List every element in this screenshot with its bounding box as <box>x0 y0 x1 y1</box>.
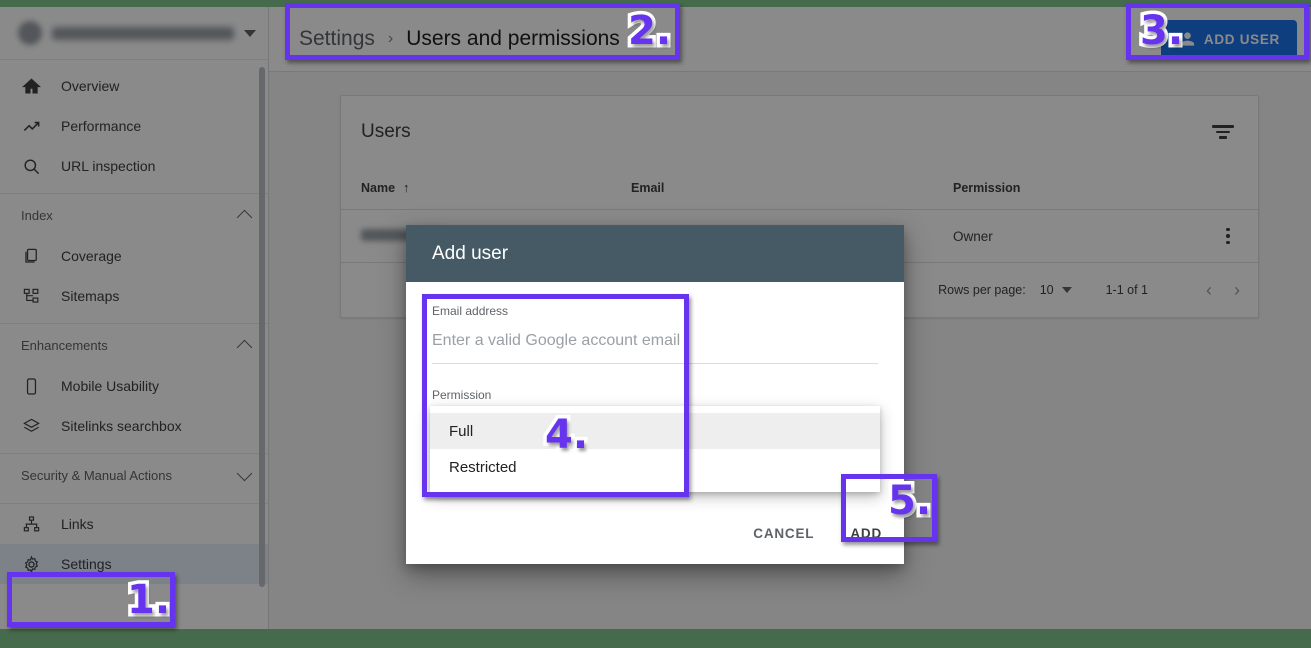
pages-icon <box>21 246 41 266</box>
breadcrumb-parent[interactable]: Settings <box>299 27 375 51</box>
table-header-row: Name ↑ Email Permission <box>341 168 1258 210</box>
sidebar-item-label: Mobile Usability <box>61 378 160 394</box>
rows-per-page-value[interactable]: 10 <box>1040 283 1054 297</box>
chevron-down-icon[interactable] <box>236 465 253 481</box>
users-table-head: Name ↑ Email Permission <box>341 168 1258 210</box>
chevron-down-icon[interactable] <box>244 29 256 37</box>
sidebar-item-label: URL inspection <box>61 158 156 174</box>
column-header-name[interactable]: Name ↑ <box>341 168 631 210</box>
add-user-button[interactable]: ADD USER <box>1160 19 1297 59</box>
sidebar-item-settings[interactable]: Settings <box>0 544 268 584</box>
sidebar-item-overview[interactable]: Overview <box>0 66 268 106</box>
column-header-permission[interactable]: Permission <box>953 168 1198 210</box>
sidebar: Overview Performance URL inspection Inde… <box>0 7 269 629</box>
sidebar-group-label: Security & Manual Actions <box>21 467 173 483</box>
permission-option-restricted[interactable]: Restricted <box>430 449 880 485</box>
top-bar: Settings › Users and permissions ADD USE… <box>269 7 1311 72</box>
sidebar-nav: Overview Performance URL inspection Inde… <box>0 60 268 584</box>
property-avatar <box>18 21 42 45</box>
sidebar-item-label: Settings <box>61 556 112 572</box>
rows-per-page-label: Rows per page: <box>938 283 1026 297</box>
gear-icon <box>21 554 41 574</box>
email-input[interactable]: Enter a valid Google account email <box>432 332 878 364</box>
layers-icon <box>21 416 41 436</box>
sidebar-item-sitemaps[interactable]: Sitemaps <box>0 276 268 316</box>
kebab-dot-1 <box>1226 227 1230 232</box>
dialog-title: Add user <box>432 242 509 264</box>
sidebar-item-links[interactable]: Links <box>0 504 268 544</box>
pagination-next-button[interactable]: › <box>1234 281 1240 299</box>
sidebar-group-security-manual-actions[interactable]: Security & Manual Actions <box>0 454 268 496</box>
kebab-menu-icon[interactable] <box>1198 227 1258 245</box>
mobile-icon <box>21 376 41 396</box>
permission-option-full[interactable]: Full <box>430 413 880 449</box>
filter-bar-3 <box>1219 136 1227 139</box>
sidebar-item-label: Sitemaps <box>61 288 120 304</box>
dialog-actions: CANCEL ADD <box>406 502 904 564</box>
sidebar-item-url-inspection[interactable]: URL inspection <box>0 146 268 186</box>
cell-permission: Owner <box>953 209 1198 263</box>
users-card-header: Users <box>341 96 1258 168</box>
sidebar-group-label: Enhancements <box>21 337 108 353</box>
pagination-range: 1-1 of 1 <box>1105 283 1148 297</box>
sidebar-group-enhancements[interactable]: Enhancements <box>0 324 268 366</box>
screenshot-root: Overview Performance URL inspection Inde… <box>0 0 1311 648</box>
breadcrumb-current: Users and permissions <box>406 27 620 50</box>
sidebar-item-label: Links <box>61 516 94 532</box>
sidebar-scrollbar[interactable] <box>259 67 265 587</box>
links-icon <box>21 514 41 534</box>
pagination-prev-button[interactable]: ‹ <box>1206 281 1212 299</box>
add-user-button-label: ADD USER <box>1203 31 1280 47</box>
property-selector[interactable] <box>0 7 268 60</box>
kebab-dot-3 <box>1226 240 1230 245</box>
sitemap-icon <box>21 286 41 306</box>
home-icon <box>21 76 41 96</box>
property-name-redacted <box>52 26 234 40</box>
sidebar-item-mobile-usability[interactable]: Mobile Usability <box>0 366 268 406</box>
sidebar-item-label: Overview <box>61 78 120 94</box>
column-header-actions <box>1198 168 1258 210</box>
permission-field-label: Permission <box>432 388 492 402</box>
users-card-title: Users <box>361 121 411 142</box>
chevron-down-icon[interactable] <box>1061 287 1072 293</box>
sidebar-item-label: Coverage <box>61 248 122 264</box>
sidebar-item-sitelinks-searchbox[interactable]: Sitelinks searchbox <box>0 406 268 446</box>
email-field-label: Email address <box>432 304 509 318</box>
sort-ascending-icon: ↑ <box>403 180 410 195</box>
cell-actions <box>1198 209 1258 263</box>
filter-bar-1 <box>1212 125 1234 128</box>
sidebar-item-performance[interactable]: Performance <box>0 106 268 146</box>
filter-bar-2 <box>1216 130 1230 134</box>
breadcrumb-separator-icon: › <box>387 30 394 47</box>
search-icon <box>21 156 41 176</box>
trending-up-icon <box>21 116 41 136</box>
chevron-up-icon[interactable] <box>236 209 253 225</box>
dialog-cancel-button[interactable]: CANCEL <box>753 526 814 541</box>
sidebar-item-coverage[interactable]: Coverage <box>0 236 268 276</box>
column-header-email[interactable]: Email <box>631 168 953 210</box>
sidebar-item-label: Performance <box>61 118 142 134</box>
person-add-icon <box>1175 29 1195 49</box>
permission-select-menu: Full Restricted <box>430 406 880 492</box>
sidebar-group-index[interactable]: Index <box>0 194 268 236</box>
sidebar-group-label: Index <box>21 207 53 223</box>
add-user-dialog: Add user Email address Enter a valid Goo… <box>406 225 904 564</box>
chevron-up-icon[interactable] <box>236 339 253 355</box>
column-header-name-label: Name <box>361 181 396 195</box>
dialog-add-button[interactable]: ADD <box>850 526 882 541</box>
sidebar-item-label: Sitelinks searchbox <box>61 418 182 434</box>
kebab-dot-2 <box>1226 234 1230 238</box>
filter-icon[interactable] <box>1212 125 1234 139</box>
dialog-header: Add user <box>406 225 904 282</box>
